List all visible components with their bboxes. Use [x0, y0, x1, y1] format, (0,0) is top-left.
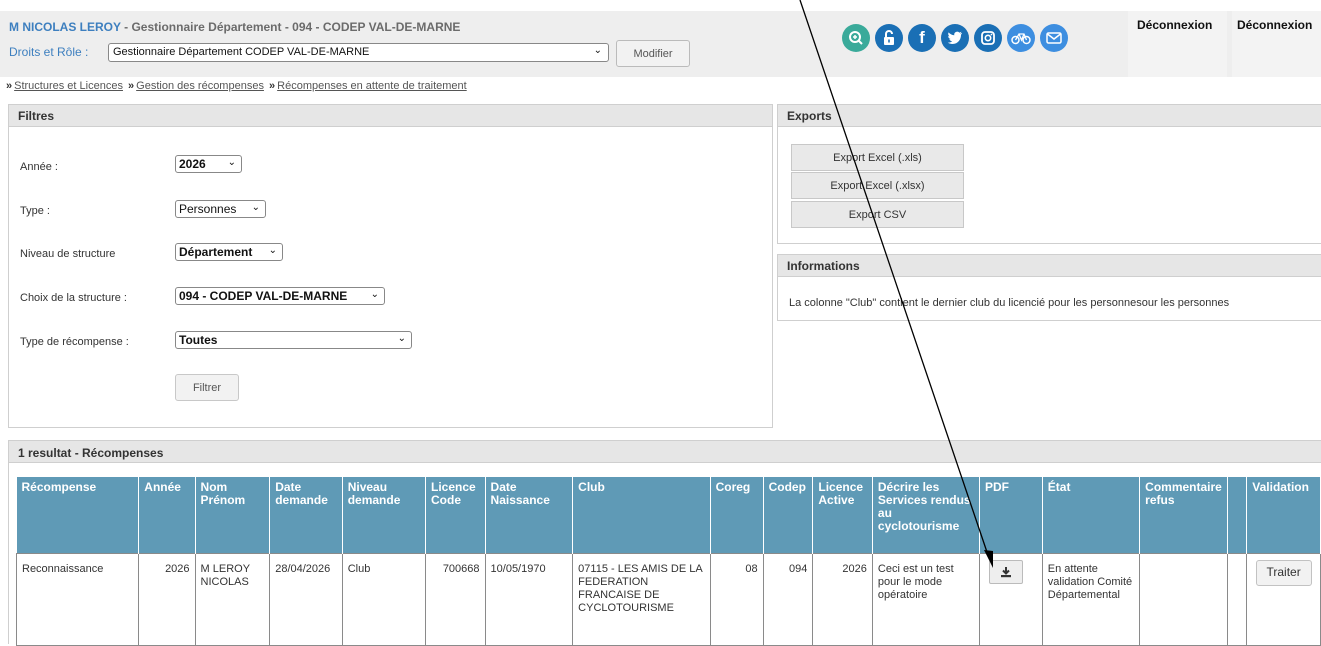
annotation-arrow	[799, 0, 993, 568]
